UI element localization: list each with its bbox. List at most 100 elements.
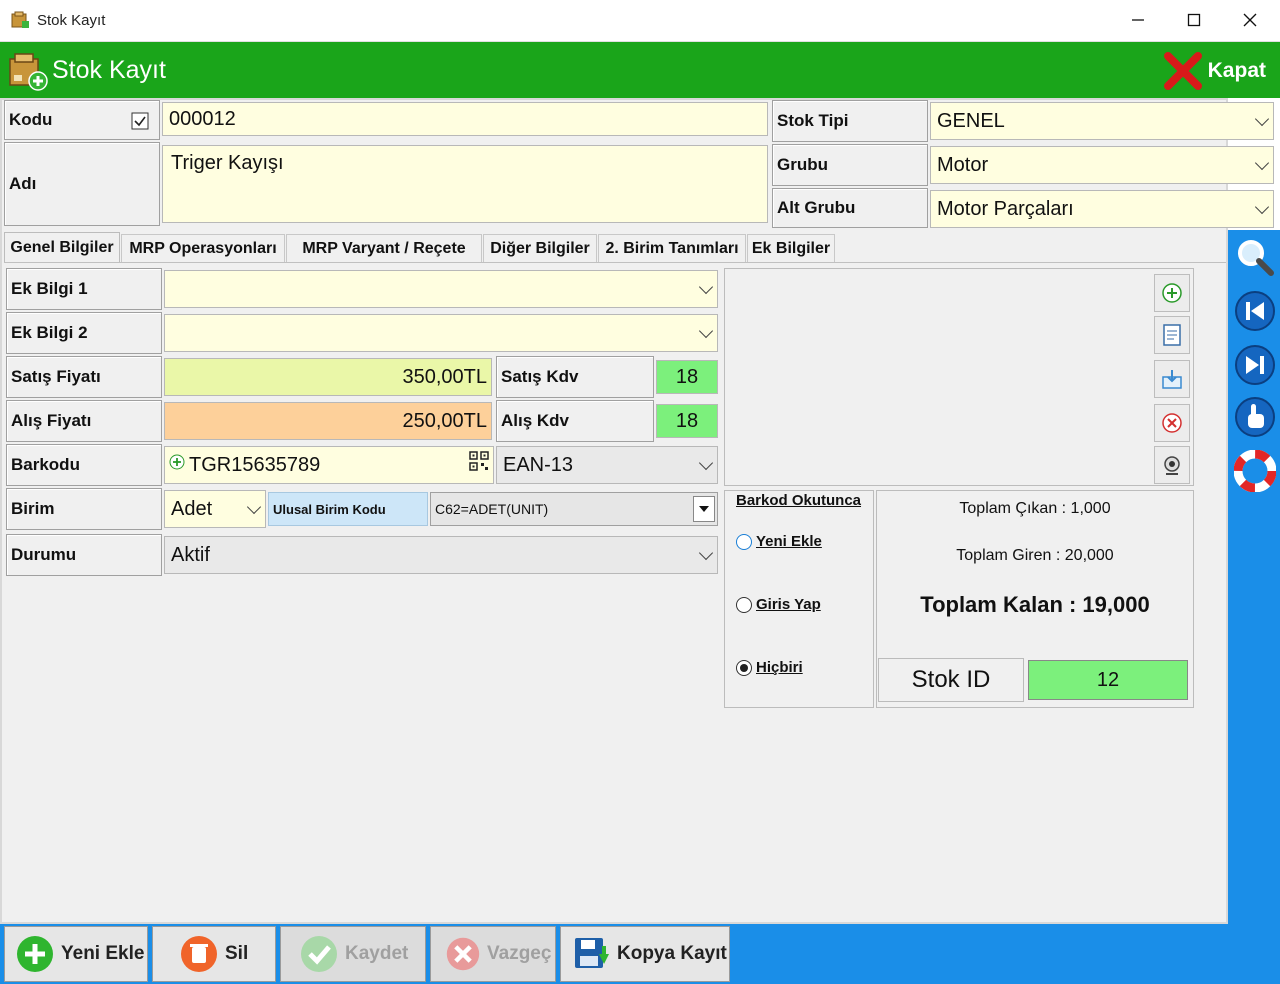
ek-bilgi-1-label-cell: Ek Bilgi 1 — [6, 268, 162, 310]
tab-diger-bilgiler[interactable]: Diğer Bilgiler — [483, 234, 597, 262]
document-button[interactable] — [1154, 316, 1190, 354]
toplam-kalan: Toplam Kalan : 19,000 — [920, 592, 1150, 617]
kodu-input[interactable]: 000012 — [162, 102, 768, 136]
durumu-select[interactable]: Aktif — [164, 536, 718, 574]
tab-mrp-operasyonlari[interactable]: MRP Operasyonları — [121, 234, 285, 262]
radio-circle-selected — [736, 659, 752, 676]
search-icon[interactable] — [1234, 236, 1276, 278]
first-record-icon[interactable] — [1234, 290, 1276, 332]
kodu-label: Kodu — [9, 110, 53, 129]
barkodu-value: TGR15635789 — [189, 453, 321, 476]
yeni-ekle-button[interactable]: Yeni Ekle — [4, 926, 148, 982]
toplam-cikan: Toplam Çıkan : 1,000 — [959, 500, 1111, 517]
alt-grubu-label-cell: Alt Grubu — [772, 188, 928, 228]
document-icon — [1163, 324, 1181, 346]
stok-id-value: 12 — [1028, 660, 1188, 700]
tab-genel-bilgiler[interactable]: Genel Bilgiler — [4, 232, 120, 262]
birim-label: Birim — [11, 499, 55, 518]
tab-mrp-varyant-recete[interactable]: MRP Varyant / Reçete — [286, 234, 482, 262]
stok-tipi-label: Stok Tipi — [777, 111, 849, 130]
add-icon[interactable] — [169, 454, 185, 470]
tab-ek-bilgiler[interactable]: Ek Bilgiler — [747, 234, 835, 262]
kaydet-label: Kaydet — [345, 943, 409, 964]
trash-icon — [181, 936, 217, 972]
check-icon — [301, 936, 337, 972]
barkod-type-select[interactable]: EAN-13 — [496, 446, 718, 484]
barkodu-label-cell: Barkodu — [6, 444, 162, 486]
webcam-button[interactable] — [1154, 446, 1190, 484]
window-title: Stok Kayıt — [37, 12, 106, 29]
alis-fiyati-label: Alış Fiyatı — [11, 411, 92, 430]
grubu-label-cell: Grubu — [772, 144, 928, 186]
kopya-kayit-label: Kopya Kayıt — [617, 943, 727, 964]
barkodu-input[interactable]: TGR15635789 — [164, 446, 494, 484]
stok-id-label: Stok ID — [878, 658, 1024, 702]
vazgec-button[interactable]: Vazgeç — [430, 926, 556, 982]
kaydet-button[interactable]: Kaydet — [280, 926, 426, 982]
remove-icon — [1162, 413, 1182, 433]
ulusal-birim-dropdown-button[interactable] — [693, 496, 715, 522]
last-record-icon[interactable] — [1234, 344, 1276, 386]
webcam-icon — [1164, 456, 1180, 475]
grubu-label: Grubu — [777, 155, 828, 174]
chevron-down-icon — [698, 323, 714, 339]
stok-tipi-select[interactable]: GENEL — [930, 102, 1274, 140]
ulusal-birim-select[interactable]: C62=ADET(UNIT) — [430, 492, 718, 526]
satis-fiyati-label-cell: Satış Fiyatı — [6, 356, 162, 398]
image-panel — [724, 268, 1194, 486]
kapat-button[interactable]: Kapat — [1162, 50, 1266, 92]
adi-textarea[interactable]: Triger Kayışı — [162, 145, 768, 223]
header-title: Stok Kayıt — [52, 56, 166, 84]
grubu-select[interactable]: Motor — [930, 146, 1274, 184]
maximize-button[interactable] — [1166, 0, 1222, 40]
close-icon — [1243, 13, 1257, 27]
tab-2-birim-tanimlari[interactable]: 2. Birim Tanımları — [598, 234, 746, 262]
satis-kdv-input[interactable]: 18 — [656, 360, 718, 394]
kopya-kayit-button[interactable]: Kopya Kayıt — [560, 926, 730, 982]
alis-kdv-label: Alış Kdv — [501, 411, 570, 430]
qr-code-icon[interactable] — [469, 451, 489, 471]
window-close-button[interactable] — [1222, 0, 1278, 40]
birim-value: Adet — [171, 497, 213, 520]
hand-pointer-icon[interactable] — [1234, 396, 1276, 438]
right-nav-bar — [1228, 230, 1280, 984]
download-button[interactable] — [1154, 360, 1190, 398]
satis-fiyati-input[interactable]: 350,00TL — [164, 358, 492, 396]
box-icon — [11, 11, 29, 28]
sil-label: Sil — [225, 943, 249, 964]
lifebuoy-icon[interactable] — [1234, 450, 1276, 492]
chevron-down-icon — [1254, 155, 1270, 171]
add-image-button[interactable] — [1154, 274, 1190, 312]
minimize-icon — [1132, 19, 1144, 21]
chevron-down-icon — [698, 545, 714, 561]
alis-kdv-input[interactable]: 18 — [656, 404, 718, 438]
kodu-checkbox[interactable] — [131, 112, 149, 130]
radio-giris-yap[interactable]: Giris Yap — [736, 596, 821, 613]
radio-yeni-ekle[interactable]: Yeni Ekle — [736, 533, 822, 550]
satis-kdv-label: Satış Kdv — [501, 367, 579, 386]
adi-label: Adı — [9, 174, 37, 193]
radio-circle — [736, 533, 752, 550]
ek-bilgi-2-select[interactable] — [164, 314, 718, 352]
cancel-icon — [446, 937, 480, 971]
durumu-label: Durumu — [11, 545, 77, 564]
alt-grubu-select[interactable]: Motor Parçaları — [930, 190, 1274, 228]
yeni-ekle-label: Yeni Ekle — [61, 943, 145, 964]
chevron-down-icon — [246, 499, 262, 515]
tab-divider — [4, 262, 1226, 263]
ulusal-birim-label: Ulusal Birim Kodu — [268, 492, 428, 526]
minimize-button[interactable] — [1110, 0, 1166, 40]
birim-select[interactable]: Adet — [164, 490, 266, 528]
ek-bilgi-1-select[interactable] — [164, 270, 718, 308]
stok-tipi-label-cell: Stok Tipi — [772, 100, 928, 142]
chevron-down-icon — [698, 279, 714, 295]
radio-yeni-ekle-label: Yeni Ekle — [756, 533, 822, 550]
radio-hicbiri-label: Hiçbiri — [756, 659, 803, 676]
delete-image-button[interactable] — [1154, 404, 1190, 442]
radio-hicbiri[interactable]: Hiçbiri — [736, 659, 803, 676]
sil-button[interactable]: Sil — [152, 926, 276, 982]
durumu-value: Aktif — [171, 543, 210, 566]
title-bar: Stok Kayıt — [0, 0, 1280, 42]
alt-grubu-label: Alt Grubu — [777, 198, 856, 217]
alis-fiyati-input[interactable]: 250,00TL — [164, 402, 492, 440]
